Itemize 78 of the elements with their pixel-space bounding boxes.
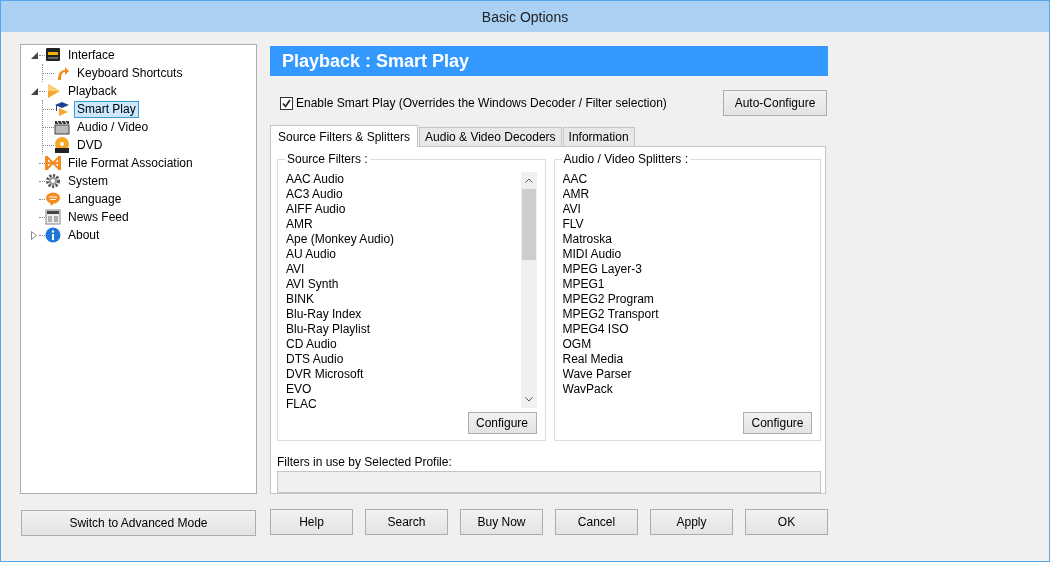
dialog-button[interactable]: Help [270,509,353,535]
tree-item[interactable]: Playback [65,82,120,100]
list-item[interactable]: AU Audio [286,247,521,262]
dialog-button[interactable]: Search [365,509,448,535]
configure-button[interactable]: Configure [467,412,537,434]
list-item[interactable]: CD Audio [286,337,521,352]
scrollbar[interactable] [520,172,537,408]
clapperboard-icon [54,119,70,135]
list-item[interactable]: AVI Synth [286,277,521,292]
crossed-arrows-icon [45,155,61,171]
list-item[interactable]: AC3 Audio [286,187,521,202]
list-item[interactable]: EVO [286,382,521,397]
list-item[interactable]: MIDI Audio [562,247,812,262]
tab[interactable]: Audio & Video Decoders [419,127,562,146]
tree-item[interactable]: System [65,172,111,190]
list-item[interactable]: Matroska [562,232,812,247]
list-item[interactable]: MPEG2 Program [562,292,812,307]
tree-item[interactable]: Keyboard Shortcuts [74,64,186,82]
collapse-arrow-icon[interactable] [30,87,38,95]
list-item[interactable]: DTS Audio [286,352,521,367]
list-item[interactable]: MPEG2 Transport [562,307,812,322]
tree-item[interactable]: About [65,226,103,244]
tree-item[interactable]: Interface [65,46,118,64]
tab[interactable]: Information [562,127,635,146]
filters-field[interactable] [277,471,821,493]
collapse-arrow-icon[interactable] [30,51,38,59]
speech-bubble-icon [45,191,61,207]
page-title: Playback : Smart Play [270,46,828,76]
info-icon [45,227,61,243]
list-item[interactable]: MPEG Layer-3 [562,262,812,277]
expand-arrow-icon[interactable] [31,230,37,240]
tree-item[interactable]: Smart Play [74,100,139,118]
tab[interactable]: Source Filters & Splitters [270,125,419,147]
advanced-mode-button[interactable]: Switch to Advanced Mode [21,510,256,536]
checkbox[interactable] [280,96,293,110]
dialog-button[interactable]: Cancel [555,509,638,535]
list-item[interactable]: BINK [286,292,521,307]
list-item[interactable]: FLV [562,217,812,232]
list-item[interactable]: MPEG1 [562,277,812,292]
dialog-button[interactable]: Buy Now [460,509,543,535]
scroll-down-icon [524,397,533,402]
tree-item[interactable]: Audio / Video [74,118,152,136]
list-item[interactable]: WavPack [562,382,812,397]
list-item[interactable]: MPEG4 ISO [562,322,812,337]
checkbox-label: Enable Smart Play (Overrides the Windows Decoder / Filter selection) [296,96,667,110]
tree-item[interactable]: News Feed [65,208,132,226]
mortarboard-icon [54,101,70,117]
list-item[interactable]: AMR [286,217,521,232]
list-item[interactable]: Blu-Ray Index [286,307,521,322]
group-label: Audio / Video Splitters : [561,153,691,166]
list-item[interactable]: Wave Parser [562,367,812,382]
dialog-button[interactable]: Apply [650,509,733,535]
tree-item[interactable]: DVD [74,136,106,154]
group-label: Source Filters : [285,153,370,166]
disc-icon [54,137,70,153]
list-item[interactable]: AAC Audio [286,172,521,187]
play-icon [45,83,61,99]
list-item[interactable]: AAC [562,172,812,187]
tree-item[interactable]: File Format Association [65,154,196,172]
configure-button[interactable]: Configure [743,412,812,434]
list-item[interactable]: AVI [562,202,812,217]
list-item[interactable]: FLAC [286,397,521,408]
gear-icon [45,173,61,189]
list-item[interactable]: AVI [286,262,521,277]
list-item[interactable]: AIFF Audio [286,202,521,217]
field-label: Filters in use by Selected Profile: [277,456,453,469]
list-item[interactable]: AMR [562,187,812,202]
list-item[interactable]: OGM [562,337,812,352]
window-title: Basic Options [481,8,569,25]
scroll-up-icon [524,178,533,183]
list-item[interactable]: Ape (Monkey Audio) [286,232,521,247]
list-item[interactable]: DVR Microsoft [286,367,521,382]
list-item[interactable]: Real Media [562,352,812,367]
monitor-icon [45,47,61,63]
dialog-button[interactable]: OK [745,509,828,535]
tree-item[interactable]: Language [65,190,125,208]
auto-configure-button[interactable]: Auto-Configure [723,90,827,116]
list-item[interactable]: Blu-Ray Playlist [286,322,521,337]
